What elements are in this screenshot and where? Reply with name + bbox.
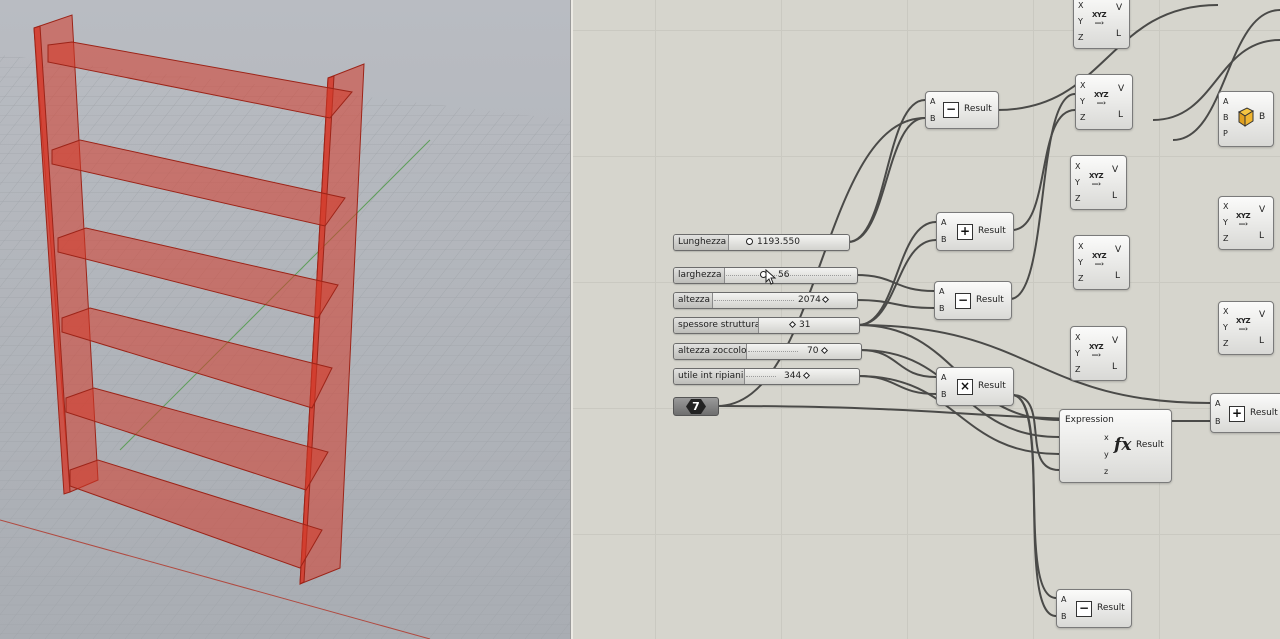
input-b-label: B — [941, 235, 947, 244]
input-b-label: B — [1215, 417, 1221, 426]
mouse-cursor-icon — [765, 268, 777, 285]
result-label: Result — [978, 381, 1006, 391]
slider-grip[interactable] — [788, 320, 797, 329]
connection-wire[interactable] — [859, 349, 937, 378]
vector-xyz-icon: XYZ —› — [1089, 172, 1104, 188]
addition-component-2[interactable]: A B + Result — [1210, 393, 1280, 433]
slider-label: utile int ripiani — [674, 369, 745, 384]
plus-icon: + — [957, 224, 973, 240]
result-label: Result — [964, 104, 992, 114]
connection-wire[interactable] — [857, 221, 937, 326]
vector-xyz-icon: XYZ —› — [1092, 11, 1107, 27]
result-label: Result — [1136, 440, 1164, 450]
vector-xyz-icon: XYZ —› — [1236, 317, 1251, 333]
slider-value: 56 — [778, 270, 790, 280]
plus-icon: + — [1229, 406, 1245, 422]
result-label: Result — [1097, 603, 1125, 613]
vector-xyz-component-1[interactable]: XYZ XYZ —› VL — [1073, 0, 1130, 49]
input-a-label: A — [1215, 399, 1221, 408]
vector-xyz-icon: XYZ —› — [1089, 343, 1104, 359]
vector-xyz-component-7[interactable]: XYZ XYZ —› VL — [1218, 301, 1274, 355]
connection-wire[interactable] — [857, 239, 937, 326]
multiplication-component[interactable]: A B × Result — [936, 367, 1014, 406]
subtraction-component-3[interactable]: A B − Result — [1056, 589, 1132, 628]
minus-icon: − — [943, 102, 959, 118]
input-y-label: y — [1104, 450, 1109, 459]
input-b-label: B — [1061, 612, 1067, 621]
slider-altezza-zoccolo[interactable]: altezza zoccolo 70 — [673, 343, 862, 360]
connection-wire[interactable] — [847, 117, 926, 243]
slider-label: altezza zoccolo — [674, 344, 747, 359]
box-component[interactable]: ABP B — [1218, 91, 1274, 147]
slider-spessore-struttura[interactable]: spessore struttura 31 — [673, 317, 860, 334]
rhino-viewport[interactable] — [0, 0, 570, 639]
subtraction-component-1[interactable]: A B − Result — [925, 91, 999, 129]
integer-parameter[interactable]: 7 — [673, 397, 719, 416]
slider-grip[interactable] — [802, 371, 811, 380]
slider-label: spessore struttura — [674, 318, 759, 333]
vector-xyz-component-2[interactable]: XYZ XYZ —› VL — [1075, 74, 1133, 130]
slider-value: 31 — [799, 320, 811, 330]
input-a-label: A — [941, 373, 947, 382]
connection-wire[interactable] — [716, 117, 926, 407]
vector-xyz-component-5[interactable]: XYZ XYZ —› VL — [1070, 326, 1127, 381]
multiply-icon: × — [957, 379, 973, 395]
grasshopper-canvas[interactable]: Lunghezza 1193.550 larghezza 56 altezza … — [573, 0, 1280, 639]
vector-xyz-component-6[interactable]: XYZ XYZ —› VL — [1218, 196, 1274, 250]
slider-label: Lunghezza — [674, 235, 729, 250]
slider-grip[interactable] — [820, 346, 829, 355]
slider-grip[interactable] — [821, 295, 830, 304]
connection-wire[interactable] — [1011, 394, 1060, 471]
connection-wire[interactable] — [855, 299, 935, 309]
input-b-label: B — [939, 304, 945, 313]
slider-value: 1193.550 — [757, 237, 800, 247]
slider-value: 2074 — [798, 295, 821, 305]
addition-component-1[interactable]: A B + Result — [936, 212, 1014, 251]
minus-icon: − — [955, 293, 971, 309]
input-b-label: B — [930, 114, 936, 123]
input-a-label: A — [930, 97, 936, 106]
expression-component[interactable]: Expression x y z fx Result — [1059, 409, 1172, 483]
vector-xyz-component-3[interactable]: XYZ XYZ —› VL — [1070, 155, 1127, 210]
input-a-label: A — [941, 218, 947, 227]
result-label: Result — [978, 226, 1006, 236]
vector-xyz-icon: XYZ —› — [1092, 252, 1107, 268]
minus-icon: − — [1076, 601, 1092, 617]
slider-lunghezza[interactable]: Lunghezza 1193.550 — [673, 234, 850, 251]
slider-altezza[interactable]: altezza 2074 — [673, 292, 858, 309]
integer-value: 7 — [686, 399, 706, 414]
function-fx-icon: fx — [1114, 435, 1132, 455]
connection-wire[interactable] — [1011, 394, 1057, 617]
slider-utile-int-ripiani[interactable]: utile int ripiani 344 — [673, 368, 860, 385]
input-a-label: A — [939, 287, 945, 296]
result-label: Result — [976, 295, 1004, 305]
slider-label: altezza — [674, 293, 713, 308]
input-b-label: B — [941, 390, 947, 399]
connection-wire[interactable] — [1011, 109, 1076, 231]
connection-wire[interactable] — [1009, 93, 1076, 300]
expression-title: Expression — [1065, 415, 1114, 425]
slider-value: 70 — [807, 346, 819, 356]
vector-xyz-icon: XYZ —› — [1094, 91, 1109, 107]
vector-xyz-component-4[interactable]: XYZ XYZ —› VL — [1073, 235, 1130, 290]
vector-xyz-icon: XYZ —› — [1236, 212, 1251, 228]
slider-grip[interactable] — [746, 238, 753, 245]
result-label: Result — [1250, 408, 1278, 418]
box-icon — [1238, 107, 1255, 127]
subtraction-component-2[interactable]: A B − Result — [934, 281, 1012, 320]
input-z-label: z — [1104, 467, 1109, 476]
input-x-label: x — [1104, 433, 1109, 442]
slider-value: 344 — [784, 371, 802, 381]
viewport-scene — [0, 0, 570, 639]
slider-label: larghezza — [674, 268, 725, 283]
input-a-label: A — [1061, 595, 1067, 604]
